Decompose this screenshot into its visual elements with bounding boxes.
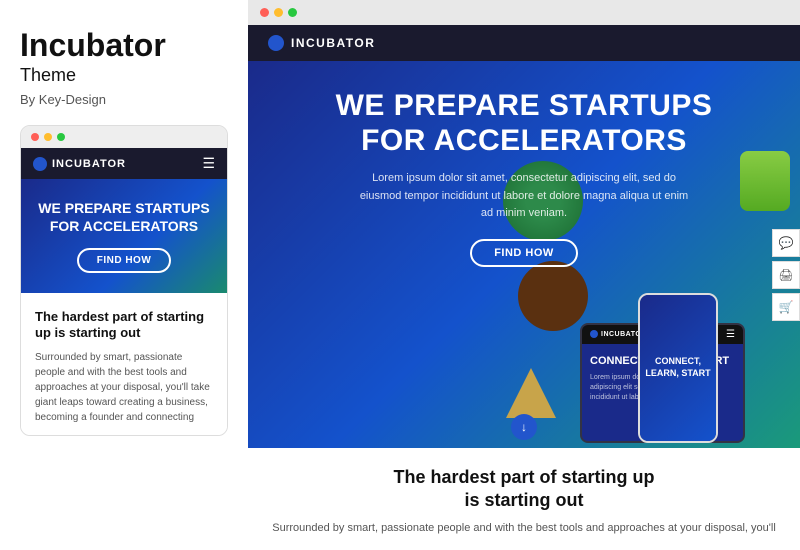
website-content: INCUBATOR CONNECT, LEARN, START [248,25,800,550]
hero-phone-screen: CONNECT, LEARN, START [640,295,716,441]
print-button[interactable]: 🖨 [772,261,800,289]
dot-green [57,133,65,141]
hamburger-icon[interactable]: ☰ [202,155,215,172]
chat-button[interactable]: 💬 [772,229,800,257]
hero-phone-mockup: CONNECT, LEARN, START [638,293,718,443]
mobile-content-text: Surrounded by smart, passionate people a… [35,350,213,425]
site-nav: INCUBATOR [248,25,800,61]
site-logo-icon [268,35,284,51]
site-bottom-section: The hardest part of starting up is start… [248,448,800,550]
hero-title: WE PREPARE STARTUPS FOR ACCELERATORS [336,89,713,158]
scroll-down-button[interactable]: ↓ [511,414,537,440]
left-panel: Incubator Theme By Key-Design INCUBATOR … [0,0,248,550]
hero-description: Lorem ipsum dolor sit amet, consectetur … [354,170,694,223]
right-panel: INCUBATOR CONNECT, LEARN, START [248,0,800,550]
mobile-nav-logo: INCUBATOR [33,157,126,171]
mobile-hero: WE PREPARE STARTUPS FOR ACCELERATORS FIN… [21,179,227,292]
browser-dot-green [288,8,297,17]
site-bottom-title: The hardest part of starting up is start… [268,466,780,513]
theme-subtitle: Theme [20,65,228,86]
theme-author: By Key-Design [20,92,228,107]
mobile-content-section: The hardest part of starting up is start… [21,293,227,436]
mobile-find-button[interactable]: FIND HOW [77,248,172,273]
mobile-content-title: The hardest part of starting up is start… [35,309,213,343]
mobile-preview: INCUBATOR ☰ WE PREPARE STARTUPS FOR ACCE… [20,125,228,436]
hero-phone-text: CONNECT, LEARN, START [645,356,711,379]
mobile-nav: INCUBATOR ☰ [21,148,227,179]
site-bottom-text: Surrounded by smart, passionate people a… [268,520,780,538]
cart-button[interactable]: 🛒 [772,293,800,321]
theme-title: Incubator [20,28,228,63]
browser-dot-red [260,8,269,17]
side-toolbar: 💬 🖨 🛒 [772,229,800,321]
hero-find-button[interactable]: FIND HOW [470,239,578,267]
browser-dot-yellow [274,8,283,17]
mobile-hero-title: WE PREPARE STARTUPS FOR ACCELERATORS [35,199,213,235]
dot-yellow [44,133,52,141]
dot-red [31,133,39,141]
mobile-browser-bar [21,126,227,148]
site-nav-logo: INCUBATOR [268,35,375,51]
browser-chrome [248,0,800,25]
site-hero: CONNECT, LEARN, START INCUBATOR ☰ CONNEC… [248,61,800,448]
mobile-logo-icon [33,157,47,171]
